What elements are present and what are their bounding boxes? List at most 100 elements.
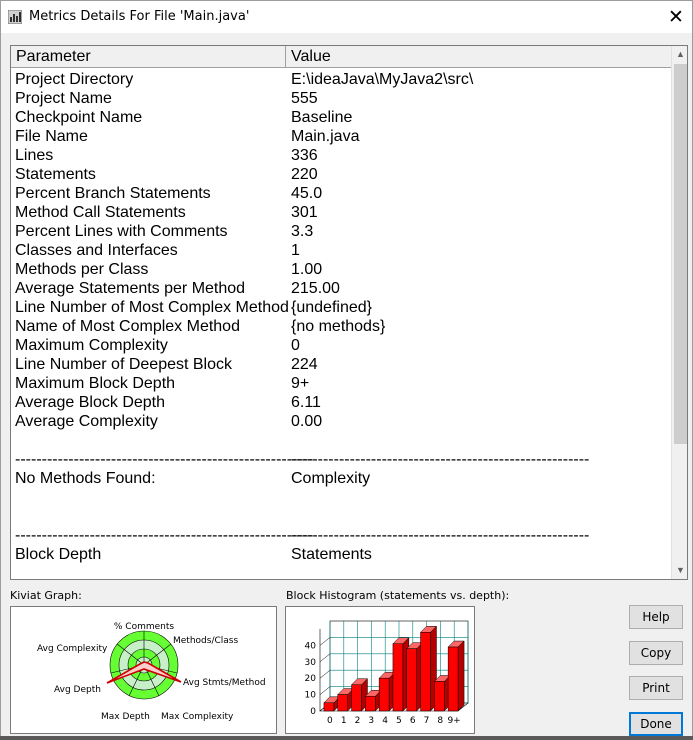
table-row[interactable]: Maximum Complexity 0 (11, 336, 671, 355)
row-value: ----------------------------------------… (291, 451, 590, 468)
column-header-parameter[interactable]: Parameter (11, 46, 286, 68)
histogram-bar (447, 646, 459, 712)
histogram-y-tick: 40 (305, 641, 317, 651)
table-row[interactable]: File Name Main.java (11, 127, 671, 146)
table-row[interactable]: Lines 336 (11, 146, 671, 165)
kiviat-axis-max-complexity: Max Complexity (161, 712, 234, 722)
histogram-x-tick: 8 (437, 716, 443, 726)
scroll-up-icon[interactable]: ▲ (672, 46, 687, 63)
kiviat-axis-avg-stmts: Avg Stmts/Method (183, 678, 266, 688)
histogram-y-tick: 10 (305, 691, 317, 701)
table-row[interactable]: Name of Most Complex Method {no methods} (11, 317, 671, 336)
window-title: Metrics Details For File 'Main.java' (29, 9, 250, 24)
table-row[interactable]: Methods per Class 1.00 (11, 260, 671, 279)
table-row[interactable]: Average Block Depth 6.11 (11, 393, 671, 412)
row-parameter: Project Directory (15, 71, 134, 88)
row-value: Complexity (291, 470, 371, 487)
table-row[interactable] (11, 507, 671, 526)
histogram-bar (406, 648, 417, 712)
metrics-details-window: Metrics Details For File 'Main.java' ✕ P… (0, 0, 693, 740)
row-value: 0.00 (291, 413, 323, 430)
table-row[interactable]: Maximum Block Depth 9+ (11, 374, 671, 393)
histogram-x-tick: 0 (327, 716, 333, 726)
histogram-x-tick: 4 (382, 716, 388, 726)
row-parameter: No Methods Found: (15, 470, 156, 487)
histogram-bar (420, 632, 431, 712)
row-parameter: Methods per Class (15, 261, 149, 278)
row-value: 336 (291, 147, 318, 164)
row-value: {no methods} (291, 318, 386, 335)
table-row[interactable]: Line Number of Deepest Block 224 (11, 355, 671, 374)
table-row[interactable]: Percent Lines with Comments 3.3 (11, 222, 671, 241)
kiviat-axis-avg-complexity: Avg Complexity (37, 644, 108, 654)
histogram-bar (351, 684, 362, 712)
table-row[interactable]: Checkpoint Name Baseline (11, 108, 671, 127)
row-parameter: Method Call Statements (15, 204, 186, 221)
histogram-bar (365, 695, 376, 712)
table-rows: Project Directory E:\ideaJava\MyJava2\src… (11, 70, 671, 564)
row-parameter: Lines (15, 147, 54, 164)
table-row[interactable]: No Methods Found: Complexity (11, 469, 671, 488)
table-row[interactable]: Classes and Interfaces 1 (11, 241, 671, 260)
table-row[interactable]: Line Number of Most Complex Method {undef… (11, 298, 671, 317)
table-row[interactable] (11, 431, 671, 450)
histogram-x-tick: 3 (368, 716, 374, 726)
row-value: 6.11 (291, 394, 321, 411)
app-icon (8, 10, 22, 24)
row-parameter: Line Number of Deepest Block (15, 356, 232, 373)
table-row[interactable]: Percent Branch Statements 45.0 (11, 184, 671, 203)
row-value: ----------------------------------------… (291, 527, 590, 544)
row-parameter: Average Complexity (15, 413, 158, 430)
row-parameter: Average Statements per Method (15, 280, 246, 297)
scroll-down-icon[interactable]: ▼ (672, 562, 687, 579)
kiviat-axis-avg-depth: Avg Depth (54, 685, 101, 695)
histogram-x-tick: 1 (341, 716, 347, 726)
title-bar: Metrics Details For File 'Main.java' ✕ (1, 1, 692, 33)
bottom-border (0, 736, 693, 740)
row-parameter: Statements (15, 166, 96, 183)
print-button[interactable]: Print (629, 676, 683, 700)
done-button[interactable]: Done (629, 712, 683, 736)
row-value: 3.3 (291, 223, 314, 240)
row-parameter: Checkpoint Name (15, 109, 143, 126)
row-value: 555 (291, 90, 318, 107)
row-value: Main.java (291, 128, 360, 145)
table-row[interactable]: Project Directory E:\ideaJava\MyJava2\src… (11, 70, 671, 89)
histogram-y-tick: 20 (305, 674, 317, 684)
row-value: E:\ideaJava\MyJava2\src\ (291, 71, 474, 88)
close-icon[interactable]: ✕ (661, 5, 691, 29)
column-header-value[interactable]: Value (286, 46, 671, 68)
kiviat-graph-label: Kiviat Graph: (10, 589, 82, 602)
row-value: 45.0 (291, 185, 323, 202)
row-value: 1.00 (291, 261, 323, 278)
table-row[interactable]: Project Name 555 (11, 89, 671, 108)
kiviat-axis-max-depth: Max Depth (101, 712, 150, 722)
row-parameter: ----------------------------------------… (15, 451, 314, 468)
row-value: 9+ (291, 375, 310, 392)
table-row[interactable] (11, 488, 671, 507)
histogram-bar (378, 677, 390, 712)
metrics-table[interactable]: Parameter Value Project Directory E:\idea… (10, 45, 688, 580)
row-parameter: Percent Branch Statements (15, 185, 211, 202)
table-row[interactable]: Average Statements per Method 215.00 (11, 279, 671, 298)
table-row[interactable]: Block Depth Statements (11, 545, 671, 564)
scrollbar-thumb[interactable] (674, 64, 687, 444)
table-row[interactable]: Average Complexity 0.00 (11, 412, 671, 431)
row-parameter: Project Name (15, 90, 112, 107)
table-row[interactable]: ----------------------------------------… (11, 450, 671, 469)
copy-button[interactable]: Copy (629, 641, 683, 665)
row-parameter: ----------------------------------------… (15, 527, 314, 544)
table-row[interactable]: ----------------------------------------… (11, 526, 671, 545)
vertical-scrollbar[interactable]: ▲ ▼ (671, 46, 687, 579)
histogram-bar (323, 702, 335, 712)
row-value: 1 (291, 242, 300, 259)
kiviat-axis-methods-class: Methods/Class (173, 636, 238, 646)
help-button[interactable]: Help (629, 605, 683, 629)
row-value: 215.00 (291, 280, 340, 297)
histogram-x-tick: 6 (410, 716, 416, 726)
histogram-bar-side (457, 640, 465, 712)
table-row[interactable]: Method Call Statements 301 (11, 203, 671, 222)
row-value: 301 (291, 204, 318, 221)
row-parameter: Maximum Block Depth (15, 375, 176, 392)
table-row[interactable]: Statements 220 (11, 165, 671, 184)
